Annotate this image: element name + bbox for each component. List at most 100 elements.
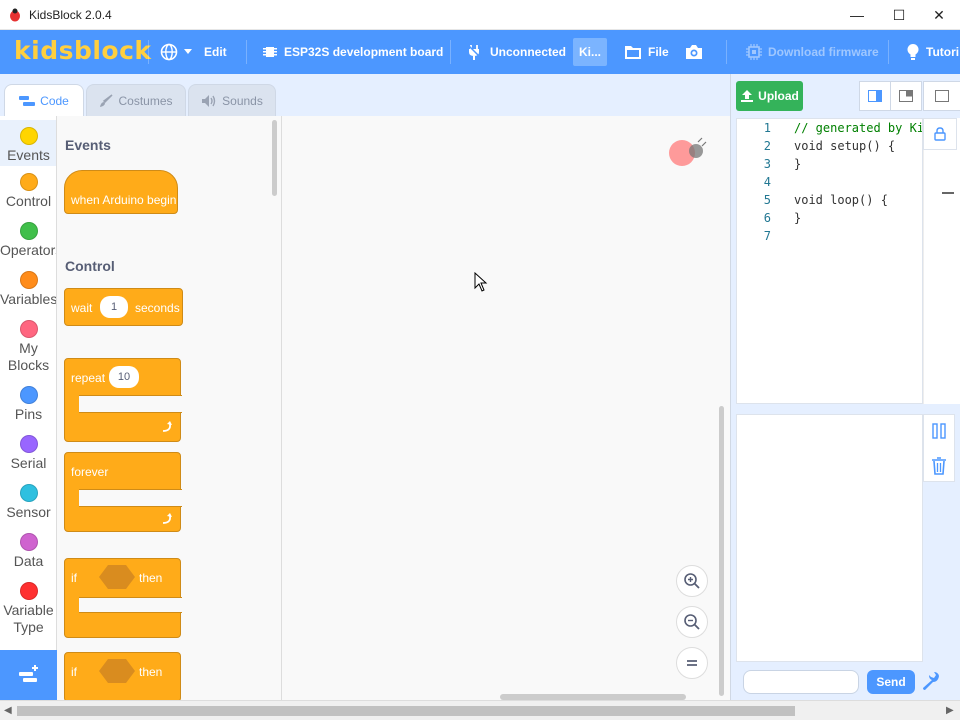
category-operators[interactable]: Operators xyxy=(0,222,56,259)
menu-divider xyxy=(888,40,889,64)
code-workspace[interactable] xyxy=(282,116,730,700)
category-events-label: Events xyxy=(7,147,50,163)
download-firmware-label: Download firmware xyxy=(768,45,879,59)
add-extension-button[interactable] xyxy=(0,650,57,700)
lock-editor-button[interactable] xyxy=(923,118,957,150)
window-horizontal-scrollbar[interactable]: ◀ ▶ xyxy=(0,700,960,720)
serial-monitor-output[interactable] xyxy=(736,414,923,662)
zoom-out-button[interactable] xyxy=(676,606,708,638)
connection-status[interactable]: Unconnected xyxy=(466,30,566,74)
kidsblock-app-icon xyxy=(10,8,20,22)
mode-toggle[interactable]: Ki... xyxy=(573,38,608,66)
when-arduino-begin-block[interactable]: when Arduino begin xyxy=(64,170,178,214)
file-menu[interactable]: File xyxy=(624,30,669,74)
board-selector[interactable]: ESP32S development board xyxy=(262,30,443,74)
forever-block[interactable]: forever xyxy=(64,452,182,532)
code-text: void loop() { xyxy=(794,193,888,207)
tutorial-button[interactable]: Tutori xyxy=(906,30,959,74)
minimize-button[interactable]: — xyxy=(834,0,880,30)
code-line: 5 void loop() { xyxy=(737,193,922,211)
category-variable-type-label: Variable Type xyxy=(3,602,54,635)
zoom-in-button[interactable] xyxy=(676,565,708,597)
menu-divider xyxy=(148,40,149,64)
code-minimap xyxy=(923,118,960,404)
line-number: 3 xyxy=(763,157,771,171)
category-variables-label: Variables xyxy=(0,291,57,307)
screenshot-button[interactable] xyxy=(684,30,710,74)
layout-split-button[interactable] xyxy=(859,81,891,111)
tab-code-label: Code xyxy=(40,94,69,108)
category-control[interactable]: Control xyxy=(0,173,56,210)
wait-seconds-input[interactable]: 1 xyxy=(100,296,128,318)
code-editor[interactable]: 1 // generated by KidsBlock 2 void setup… xyxy=(736,118,923,404)
category-variable-type[interactable]: Variable Type xyxy=(0,582,56,636)
variables-dot-icon xyxy=(19,271,38,289)
tab-costumes[interactable]: Costumes xyxy=(86,84,186,116)
pins-dot-icon xyxy=(19,386,38,404)
workspace-vertical-scrollbar[interactable] xyxy=(719,406,724,696)
code-text: } xyxy=(794,211,802,225)
category-data[interactable]: Data xyxy=(0,533,56,570)
close-button[interactable]: ✕ xyxy=(916,0,960,30)
code-line: 7 xyxy=(737,229,922,247)
layout-full-button[interactable] xyxy=(923,81,960,111)
code-panel: Upload 1 // generated by KidsBlock xyxy=(730,74,960,700)
code-line: 4 xyxy=(737,175,922,193)
kidsblock-logo[interactable]: kidsblock xyxy=(14,36,152,65)
repeat-label: repeat xyxy=(71,371,106,385)
category-pins[interactable]: Pins xyxy=(0,386,56,423)
if-then-block[interactable]: if then xyxy=(64,558,182,638)
wrench-icon[interactable] xyxy=(921,671,941,691)
editor-tabs: Code Costumes Sounds xyxy=(0,74,730,117)
connection-label: Unconnected xyxy=(490,45,567,59)
download-firmware-button[interactable]: Download firmware xyxy=(746,30,879,74)
condition-slot-icon[interactable] xyxy=(99,565,135,589)
tab-code[interactable]: Code xyxy=(4,84,84,117)
camera-icon xyxy=(686,45,702,59)
category-my-blocks[interactable]: My Blocks xyxy=(0,320,56,374)
category-sensor[interactable]: Sensor xyxy=(0,484,56,521)
line-number: 5 xyxy=(763,193,771,207)
category-variables[interactable]: Variables xyxy=(0,271,57,308)
minimap-marker xyxy=(942,192,954,194)
file-menu-label: File xyxy=(648,45,669,59)
scrollbar-thumb[interactable] xyxy=(17,706,795,716)
title-bar: KidsBlock 2.0.4 — ☐ ✕ xyxy=(0,0,960,30)
zoom-out-icon xyxy=(684,614,700,630)
repeat-count-input[interactable]: 10 xyxy=(109,366,139,388)
if-label: if xyxy=(71,571,77,585)
upload-label: Upload xyxy=(758,89,799,103)
menu-divider xyxy=(246,40,247,64)
speaker-icon xyxy=(202,94,216,107)
send-button[interactable]: Send xyxy=(867,670,915,694)
trash-icon[interactable] xyxy=(931,457,947,475)
category-serial[interactable]: Serial xyxy=(0,435,56,472)
code-text: } xyxy=(794,157,802,171)
then2-label: then xyxy=(139,665,163,679)
palette-scrollbar[interactable] xyxy=(272,120,277,196)
then-label: then xyxy=(139,571,163,585)
tab-sounds[interactable]: Sounds xyxy=(188,84,276,116)
layout-code-button[interactable] xyxy=(890,81,922,111)
scroll-right-icon[interactable]: ▶ xyxy=(946,705,954,716)
scroll-left-icon[interactable]: ◀ xyxy=(4,705,12,716)
edit-menu[interactable]: Edit xyxy=(204,30,227,74)
zoom-reset-button[interactable] xyxy=(676,647,708,679)
line-number: 4 xyxy=(763,175,771,189)
category-control-label: Control xyxy=(5,193,52,209)
condition-slot-icon[interactable] xyxy=(99,659,135,683)
serial-send-input[interactable] xyxy=(743,670,859,694)
category-events[interactable]: Events xyxy=(0,120,56,166)
repeat-block[interactable]: repeat 10 xyxy=(64,358,182,442)
code-text: void setup() { xyxy=(794,139,896,153)
tutorial-label: Tutori xyxy=(926,45,960,59)
if2-label: if xyxy=(71,665,77,679)
if-then-block-2[interactable]: if then xyxy=(64,652,181,700)
upload-button[interactable]: Upload xyxy=(736,81,803,111)
category-pins-label: Pins xyxy=(14,406,43,422)
split-view-icon xyxy=(868,90,882,102)
wait-seconds-block[interactable]: wait 1 seconds xyxy=(64,288,183,326)
language-menu[interactable] xyxy=(160,30,198,74)
mouse-cursor-icon xyxy=(474,272,488,292)
pause-icon[interactable] xyxy=(932,423,946,439)
